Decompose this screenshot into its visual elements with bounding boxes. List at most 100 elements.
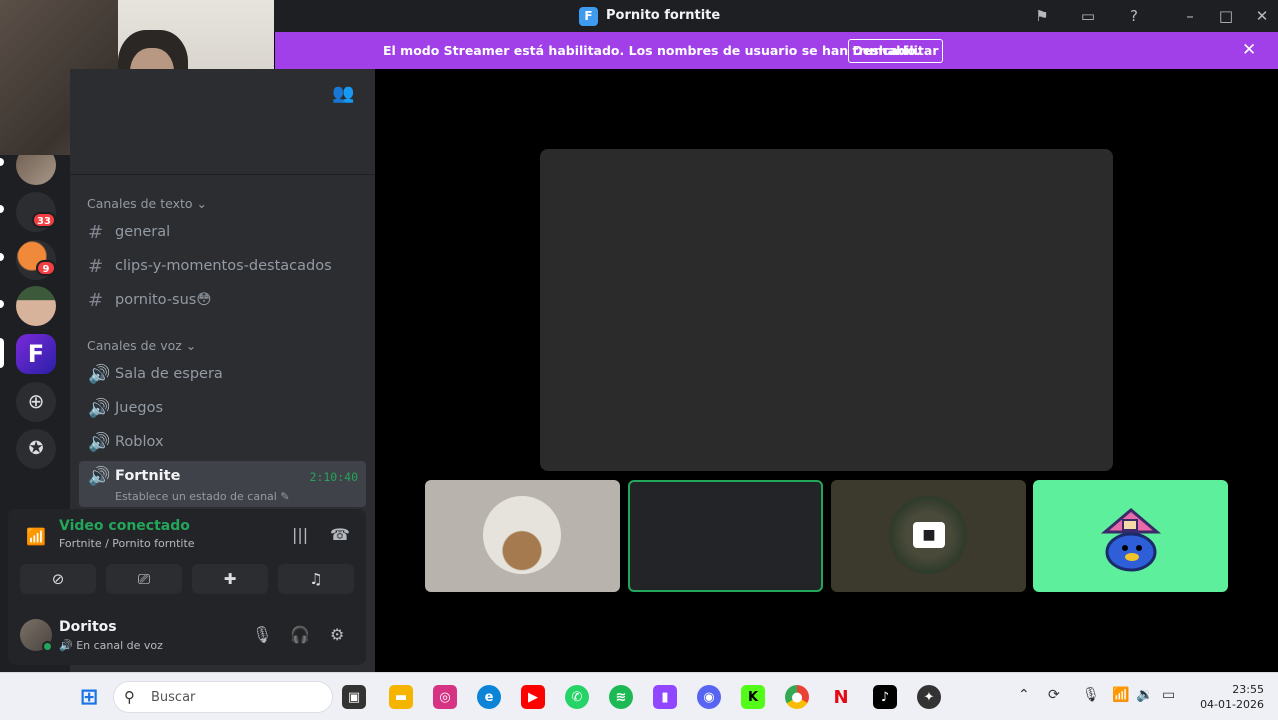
voice-channel-fortnite[interactable]: 🔊 Fortnite 2:10:40 Establece un estado d… (79, 461, 366, 507)
clock-time: 23:55 (1232, 683, 1264, 696)
close-banner-icon[interactable]: ✕ (1242, 40, 1256, 60)
channel-label: pornito-sus😳 (115, 292, 212, 308)
search-icon: ⚲ (124, 688, 135, 706)
channel-label: Roblox (115, 434, 164, 450)
whatsapp-icon[interactable]: ✆ (565, 685, 589, 709)
text-category-label[interactable]: Canales de texto ⌄ (87, 196, 207, 211)
unread-indicator (0, 300, 4, 308)
close-window-button[interactable]: ✕ (1250, 4, 1274, 28)
add-member-icon[interactable]: 👥 (332, 83, 354, 104)
channel-general[interactable]: # general (79, 217, 366, 249)
battery-icon[interactable]: ▭ (1162, 687, 1175, 703)
sync-icon[interactable]: ⟳ (1048, 687, 1060, 703)
channel-status-button[interactable]: Establece un estado de canal ✎ (115, 490, 290, 503)
help-icon[interactable]: ? (1122, 4, 1146, 28)
mic-tray-icon[interactable]: 🎙 (1082, 687, 1100, 703)
chrome-icon[interactable]: ● (785, 685, 809, 709)
channel-pornito-sus[interactable]: # pornito-sus😳 (79, 285, 366, 317)
spotify-icon[interactable]: ≋ (609, 685, 633, 709)
speaker-icon: 🔊 (88, 432, 111, 453)
streamer-mode-banner: El modo Streamer está habilitado. Los no… (275, 32, 1278, 69)
hash-icon: # (88, 222, 104, 243)
activities-button[interactable]: ✚ (192, 564, 268, 594)
windows-taskbar: ⊞ ⚲ Buscar ▣ ▬ ◎ e ▶ ✆ ≋ ▮ ◉ K ● N ♪ ✦ ⌃… (0, 672, 1278, 720)
explore-servers-icon[interactable]: ✪ (16, 429, 56, 469)
minimize-button[interactable]: – (1178, 4, 1202, 28)
tray-expand-icon[interactable]: ⌃ (1018, 687, 1030, 703)
channel-label: Sala de espera (115, 366, 223, 382)
focused-video-tile[interactable] (540, 149, 1113, 471)
voice-location[interactable]: Fortnite / Pornito forntite (59, 537, 195, 550)
unread-indicator (0, 253, 4, 261)
mention-badge: 9 (36, 260, 56, 276)
youtube-icon[interactable]: ▶ (521, 685, 545, 709)
task-view-icon[interactable]: ▣ (342, 685, 366, 709)
camera-off-button[interactable]: ⊘ (20, 564, 96, 594)
file-explorer-icon[interactable]: ▬ (389, 685, 413, 709)
edge-icon[interactable]: e (477, 685, 501, 709)
app-root: F Pornito forntite ⚑ ▭ ? – □ ✕ 33 9 F ⊕ … (0, 0, 1278, 720)
settings-gear-icon[interactable]: ⚙ (330, 625, 344, 644)
user-panel: Doritos 🔊 En canal de voz 🎙 🎧 ⚙ (8, 605, 366, 665)
participant-tile-speaking[interactable] (628, 480, 823, 592)
voice-connection-panel: 📶 Video conectado Fortnite / Pornito for… (8, 509, 366, 605)
username[interactable]: Doritos (59, 619, 117, 635)
soundboard-button[interactable]: ♫ (278, 564, 354, 594)
channel-label: general (115, 224, 171, 240)
maximize-button[interactable]: □ (1214, 4, 1238, 28)
channel-clips[interactable]: # clips-y-momentos-destacados (79, 251, 366, 283)
participant-avatar (483, 496, 561, 574)
user-status: 🔊 En canal de voz (59, 639, 163, 652)
participant-tile[interactable] (1033, 480, 1228, 592)
taskbar-clock[interactable]: 23:55 04-01-2026 (1192, 682, 1264, 712)
channel-label: clips-y-momentos-destacados (115, 258, 332, 274)
instagram-icon[interactable]: ◎ (433, 685, 457, 709)
kick-icon[interactable]: K (741, 685, 765, 709)
channel-label: Juegos (115, 400, 164, 416)
windows-start-icon[interactable]: ⊞ (77, 685, 101, 710)
headphones-icon[interactable]: 🎧 (290, 625, 310, 644)
window-title: Pornito forntite (606, 8, 721, 23)
flag-icon[interactable]: ⚑ (1030, 4, 1054, 28)
house-avatar-icon (1100, 508, 1162, 572)
channel-label: Fortnite (115, 468, 181, 484)
add-server-icon[interactable]: ⊕ (16, 382, 56, 422)
participant-tile[interactable] (425, 480, 620, 592)
call-timer: 2:10:40 (309, 470, 358, 484)
signal-icon[interactable]: 📶 (26, 527, 46, 546)
discord-icon[interactable]: ◉ (697, 685, 721, 709)
unread-indicator (0, 205, 4, 213)
voice-channel-juegos[interactable]: 🔊 Juegos (79, 393, 366, 425)
tiktok-icon[interactable]: ♪ (873, 685, 897, 709)
voice-channel-sala[interactable]: 🔊 Sala de espera (79, 359, 366, 391)
banner-text: El modo Streamer está habilitado. Los no… (383, 43, 921, 58)
hash-icon: # (88, 256, 104, 277)
microphone-icon[interactable]: 🎙 (252, 625, 272, 644)
taskbar-search[interactable]: ⚲ Buscar (113, 681, 333, 713)
wifi-icon[interactable]: 📶 (1112, 687, 1129, 703)
server-icon[interactable] (16, 286, 56, 326)
video-stage: ■ (375, 69, 1278, 672)
app-icon[interactable]: ✦ (917, 685, 941, 709)
volume-icon[interactable]: 🔉 (1136, 687, 1153, 703)
twitch-icon[interactable]: ▮ (653, 685, 677, 709)
share-screen-button[interactable]: ⎚ (106, 564, 182, 594)
voice-channel-roblox[interactable]: 🔊 Roblox (79, 427, 366, 459)
speaker-icon: 🔊 (88, 466, 111, 487)
server-icon-active[interactable]: F (16, 334, 56, 374)
disconnect-icon[interactable]: ☎ (330, 525, 350, 544)
speaker-icon: 🔊 (88, 398, 111, 419)
unread-indicator (0, 158, 4, 166)
hash-icon: # (88, 290, 104, 311)
disable-streamer-button[interactable]: Deshabilitar (848, 39, 943, 63)
noise-suppression-icon[interactable]: ||| (292, 525, 308, 544)
participant-tile[interactable]: ■ (831, 480, 1026, 592)
inbox-icon[interactable]: ▭ (1076, 4, 1100, 28)
voice-category-label[interactable]: Canales de voz ⌄ (87, 338, 196, 353)
discord-app-icon: F (579, 7, 598, 26)
sidebar-divider (70, 174, 375, 175)
voice-status-title: Video conectado (59, 518, 190, 534)
online-status-dot (42, 641, 53, 652)
video-camera-icon: ■ (913, 522, 945, 548)
netflix-icon[interactable]: N (829, 685, 853, 709)
